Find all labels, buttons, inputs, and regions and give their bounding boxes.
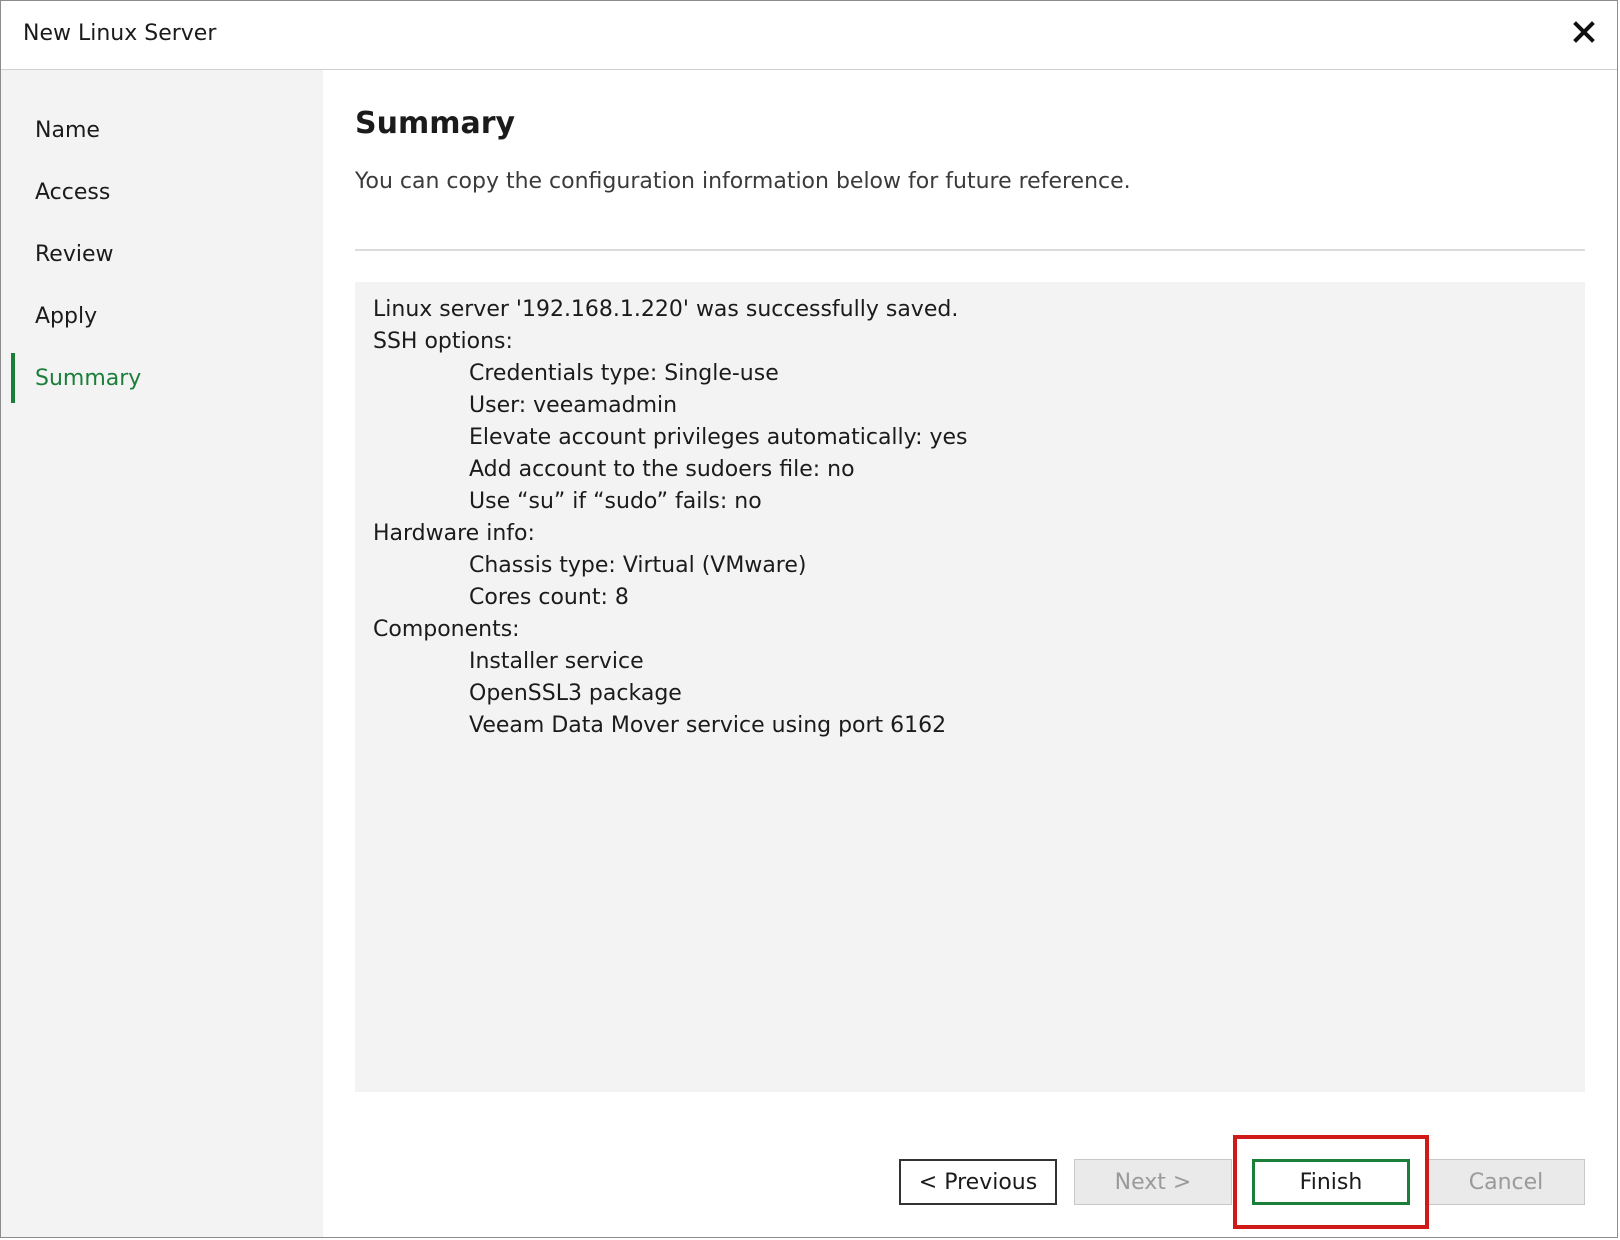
- summary-line: Components:: [373, 617, 520, 642]
- summary-line: Add account to the sudoers file: no: [469, 457, 855, 482]
- title-bar: New Linux Server: [1, 1, 1617, 70]
- previous-button[interactable]: < Previous: [899, 1159, 1057, 1205]
- summary-line: Veeam Data Mover service using port 6162: [469, 713, 947, 738]
- wizard-steps-sidebar: Name Access Review Apply Summary: [1, 70, 323, 1237]
- cancel-button[interactable]: Cancel: [1427, 1159, 1585, 1205]
- page-title: Summary: [355, 106, 516, 141]
- summary-line: SSH options:: [373, 329, 513, 354]
- next-button[interactable]: Next >: [1074, 1159, 1232, 1205]
- finish-button[interactable]: Finish: [1252, 1159, 1410, 1205]
- summary-line: Chassis type: Virtual (VMware): [469, 553, 807, 578]
- new-linux-server-dialog: New Linux Server Name Access Review Appl…: [0, 0, 1618, 1238]
- summary-line: Linux server '192.168.1.220' was success…: [373, 297, 959, 322]
- summary-line: OpenSSL3 package: [469, 681, 682, 706]
- summary-line: Hardware info:: [373, 521, 535, 546]
- summary-line: Use “su” if “sudo” fails: no: [469, 489, 762, 514]
- step-summary[interactable]: Summary: [35, 366, 141, 391]
- step-access[interactable]: Access: [35, 180, 110, 205]
- summary-line: Credentials type: Single-use: [469, 361, 779, 386]
- active-step-indicator: [11, 353, 15, 403]
- step-name[interactable]: Name: [35, 118, 100, 143]
- summary-line: Elevate account privileges automatically…: [469, 425, 968, 450]
- dialog-title: New Linux Server: [23, 21, 217, 46]
- step-apply[interactable]: Apply: [35, 304, 97, 329]
- summary-line: User: veeamadmin: [469, 393, 678, 418]
- step-review[interactable]: Review: [35, 242, 114, 267]
- header-divider: [355, 249, 1585, 251]
- close-button[interactable]: [1569, 17, 1599, 47]
- close-icon: [1573, 21, 1595, 43]
- summary-line: Cores count: 8: [469, 585, 629, 610]
- page-subtitle: You can copy the configuration informati…: [355, 169, 1131, 194]
- summary-text-area[interactable]: Linux server '192.168.1.220' was success…: [355, 282, 1585, 1092]
- main-content: Summary You can copy the configuration i…: [323, 70, 1617, 1237]
- summary-line: Installer service: [469, 649, 644, 674]
